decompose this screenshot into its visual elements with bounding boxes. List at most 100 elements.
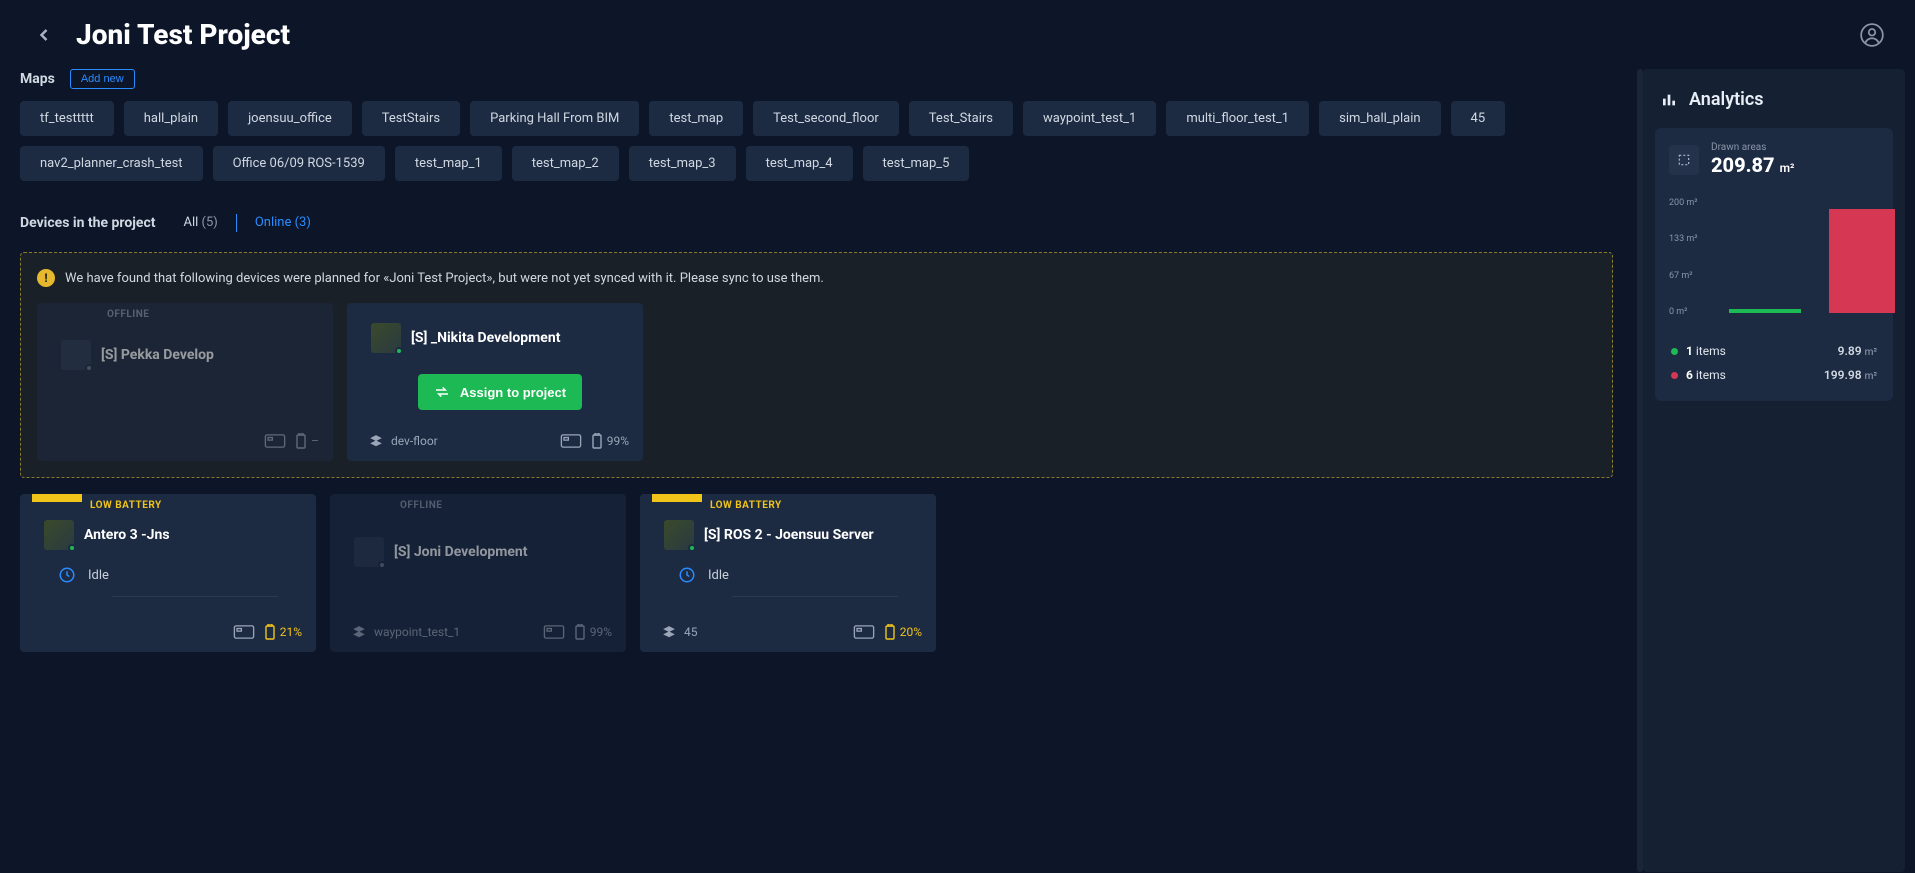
status-badge: LOW BATTERY bbox=[90, 500, 162, 511]
map-chip[interactable]: Parking Hall From BIM bbox=[470, 101, 639, 136]
map-chip[interactable]: joensuu_office bbox=[228, 101, 352, 136]
chevron-left-icon bbox=[34, 25, 54, 45]
legend-dot-icon bbox=[1671, 372, 1678, 379]
device-name: [S] Joni Development bbox=[394, 544, 528, 560]
y-axis-tick: 67 m² bbox=[1669, 271, 1693, 281]
device-card[interactable]: LOW BATTERY [S] ROS 2 - Joensuu Server I… bbox=[640, 494, 936, 652]
device-floor: 45 bbox=[684, 625, 698, 639]
status-badge: OFFLINE bbox=[107, 309, 333, 320]
status-badge: LOW BATTERY bbox=[710, 500, 782, 511]
status-dot-icon bbox=[395, 347, 403, 355]
layers-icon bbox=[662, 625, 676, 639]
map-chip[interactable]: multi_floor_test_1 bbox=[1166, 101, 1309, 136]
status-dot-icon bbox=[68, 544, 76, 552]
legend-row: 1 items 9.89 m² bbox=[1669, 339, 1879, 363]
y-axis-tick: 133 m² bbox=[1669, 234, 1698, 244]
sync-arrows-icon bbox=[434, 384, 450, 400]
stat-value: 209.87 m² bbox=[1711, 153, 1794, 177]
battery-icon bbox=[296, 433, 306, 449]
drawn-areas-card: Drawn areas 209.87 m² 200 m² 133 m² 67 m… bbox=[1655, 128, 1893, 401]
map-chip[interactable]: Office 06/09 ROS-1539 bbox=[213, 146, 385, 181]
pending-device-card[interactable]: OFFLINE [S] Pekka Develop – bbox=[37, 303, 333, 461]
warning-text: We have found that following devices wer… bbox=[65, 271, 824, 286]
device-thumbnail bbox=[44, 520, 74, 550]
map-chip[interactable]: test_map_3 bbox=[629, 146, 736, 181]
battery-icon bbox=[592, 433, 602, 449]
status-dot-icon bbox=[688, 544, 696, 552]
pending-device-card[interactable]: [S] _Nikita Development Assign to projec… bbox=[347, 303, 643, 461]
battery-indicator: – bbox=[296, 433, 319, 449]
map-chip[interactable]: test_map_2 bbox=[512, 146, 619, 181]
map-chip[interactable]: nav2_planner_crash_test bbox=[20, 146, 203, 181]
area-bar-chart: 200 m² 133 m² 67 m² 0 m² bbox=[1669, 195, 1879, 325]
map-chip[interactable]: 45 bbox=[1451, 101, 1506, 136]
card-icon bbox=[543, 625, 565, 639]
map-chip[interactable]: waypoint_test_1 bbox=[1023, 101, 1156, 136]
maps-list: tf_testtttt hall_plain joensuu_office TestS… bbox=[20, 101, 1613, 181]
device-name: [S] ROS 2 - Joensuu Server bbox=[704, 527, 874, 543]
map-chip[interactable]: test_map_4 bbox=[746, 146, 853, 181]
device-floor: dev-floor bbox=[391, 434, 438, 448]
tab-online[interactable]: Online (3) bbox=[255, 211, 311, 234]
device-name: [S] _Nikita Development bbox=[411, 330, 560, 346]
layers-icon bbox=[352, 625, 366, 639]
battery-text: 20% bbox=[900, 625, 922, 639]
legend-row: 6 items 199.98 m² bbox=[1669, 363, 1879, 387]
device-card[interactable]: LOW BATTERY Antero 3 -Jns Idle 21% bbox=[20, 494, 316, 652]
battery-indicator: 99% bbox=[592, 433, 629, 449]
status-tab-icon bbox=[652, 494, 702, 502]
analytics-panel: Analytics Drawn areas 209.87 m² 200 m² 1… bbox=[1643, 69, 1905, 872]
map-chip[interactable]: test_map_1 bbox=[395, 146, 502, 181]
map-chip[interactable]: tf_testtttt bbox=[20, 101, 114, 136]
chart-bar-red bbox=[1829, 209, 1895, 313]
status-tab-icon bbox=[32, 494, 82, 502]
device-name: [S] Pekka Develop bbox=[101, 347, 214, 363]
area-icon bbox=[1669, 145, 1699, 175]
clock-icon bbox=[58, 566, 76, 584]
layers-icon bbox=[369, 434, 383, 448]
map-chip[interactable]: hall_plain bbox=[124, 101, 218, 136]
assign-button-label: Assign to project bbox=[460, 385, 566, 400]
card-icon bbox=[560, 434, 582, 448]
assign-to-project-button[interactable]: Assign to project bbox=[418, 374, 582, 410]
tab-all[interactable]: All (5) bbox=[183, 211, 217, 234]
page-header: Joni Test Project bbox=[0, 0, 1915, 69]
y-axis-tick: 0 m² bbox=[1669, 307, 1687, 317]
status-badge: OFFLINE bbox=[400, 500, 626, 511]
battery-indicator: 99% bbox=[575, 624, 612, 640]
user-avatar-button[interactable] bbox=[1859, 22, 1885, 48]
device-card[interactable]: OFFLINE [S] Joni Development waypoint_te… bbox=[330, 494, 626, 652]
device-thumbnail bbox=[664, 520, 694, 550]
clock-icon bbox=[678, 566, 696, 584]
device-state: Idle bbox=[708, 568, 729, 583]
tab-online-label: Online bbox=[255, 215, 292, 230]
map-chip[interactable]: test_map_5 bbox=[863, 146, 970, 181]
map-chip[interactable]: Test_Stairs bbox=[909, 101, 1013, 136]
user-circle-icon bbox=[1859, 22, 1885, 48]
bar-chart-icon bbox=[1661, 92, 1677, 108]
tab-all-label: All bbox=[183, 215, 198, 230]
battery-text: 21% bbox=[280, 625, 302, 639]
map-chip[interactable]: Test_second_floor bbox=[753, 101, 899, 136]
device-state: Idle bbox=[88, 568, 109, 583]
status-dot-icon bbox=[85, 364, 93, 372]
battery-icon bbox=[265, 624, 275, 640]
legend-dot-icon bbox=[1671, 348, 1678, 355]
map-chip[interactable]: TestStairs bbox=[362, 101, 460, 136]
battery-icon bbox=[885, 624, 895, 640]
battery-indicator: 20% bbox=[885, 624, 922, 640]
devices-section-title: Devices in the project bbox=[20, 215, 155, 231]
map-chip[interactable]: test_map bbox=[649, 101, 743, 136]
sync-warning-panel: ! We have found that following devices w… bbox=[20, 252, 1613, 478]
back-button[interactable] bbox=[30, 21, 58, 49]
add-map-button[interactable]: Add new bbox=[70, 69, 135, 89]
device-list: LOW BATTERY Antero 3 -Jns Idle 21% OFFLI… bbox=[20, 494, 1613, 652]
tab-all-count: (5) bbox=[202, 215, 218, 230]
card-icon bbox=[233, 625, 255, 639]
tab-online-count: (3) bbox=[295, 215, 311, 230]
device-thumbnail bbox=[371, 323, 401, 353]
main-content: Maps Add new tf_testtttthall_plainjoensu… bbox=[0, 69, 1633, 872]
map-chip[interactable]: sim_hall_plain bbox=[1319, 101, 1440, 136]
battery-icon bbox=[575, 624, 585, 640]
page-title: Joni Test Project bbox=[76, 18, 290, 51]
